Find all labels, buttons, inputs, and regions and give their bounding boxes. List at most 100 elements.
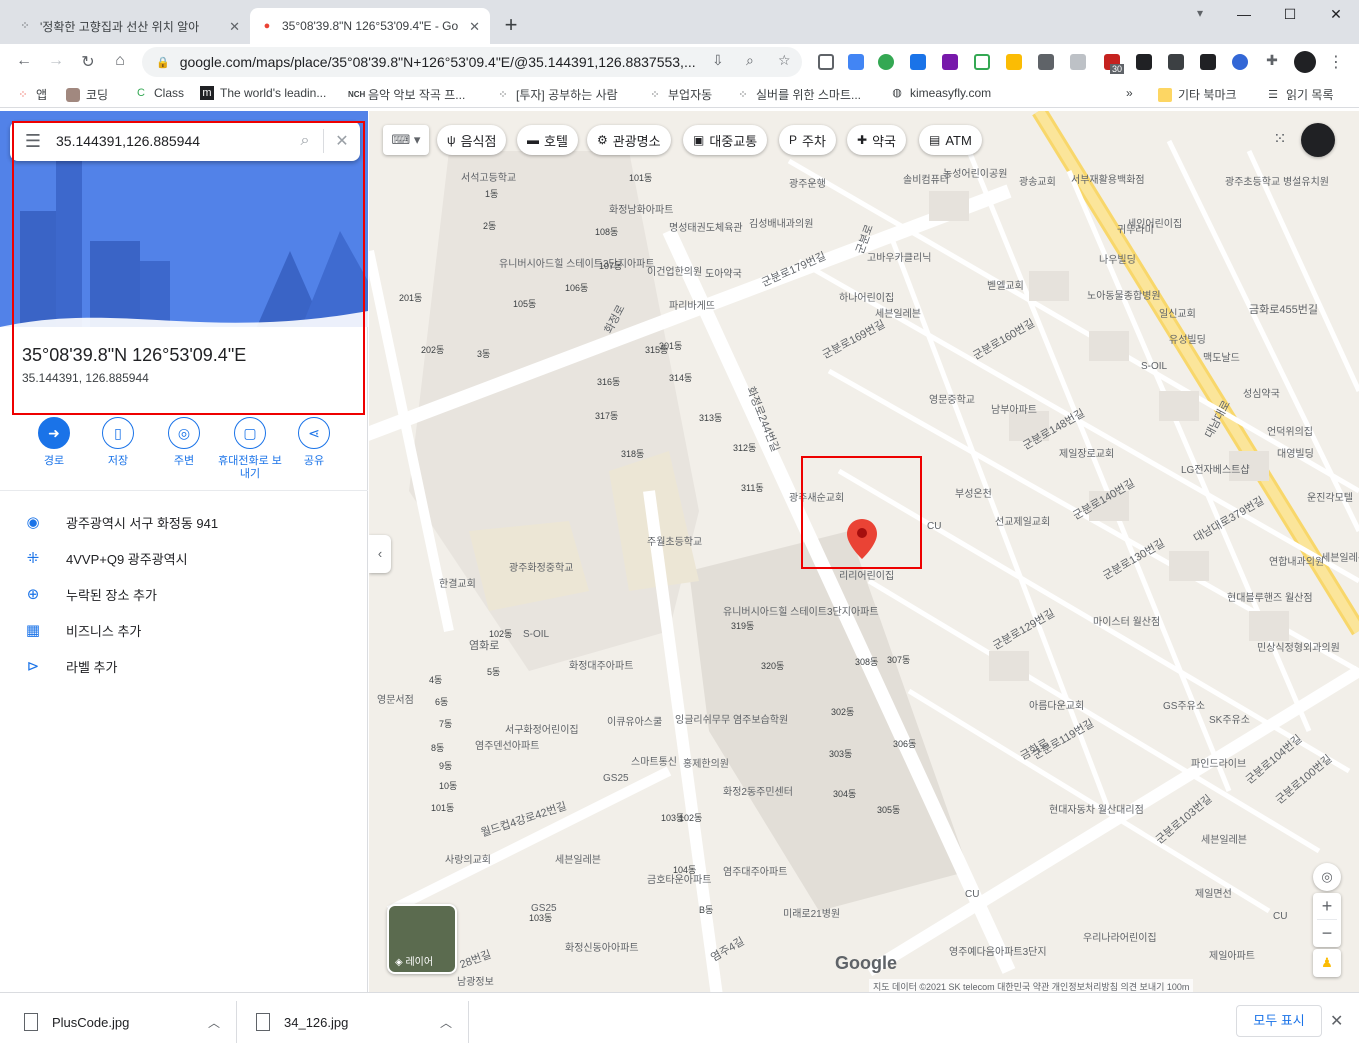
map-place-label[interactable]: 제일아파트 <box>1209 947 1255 962</box>
map-place-label[interactable]: 성심약국 <box>1243 385 1280 400</box>
map-place-label[interactable]: 세븐일레븐 <box>1321 549 1359 564</box>
map-place-label[interactable]: 농성어린이공원 <box>943 165 1007 180</box>
extension-icon[interactable] <box>1038 54 1054 70</box>
show-all-downloads-button[interactable]: 모두 표시 <box>1236 1005 1322 1037</box>
map-place-label[interactable]: 부성온천 <box>955 485 992 500</box>
map-place-label[interactable]: 서석고등학교 <box>461 169 516 184</box>
location-pin-marker[interactable] <box>847 519 877 559</box>
map-place-label[interactable]: 파인드라이브 <box>1191 755 1246 770</box>
plus-code-row[interactable]: ⁜ 4VVP+Q9 광주광역시 <box>0 540 368 576</box>
forward-icon[interactable]: → <box>46 52 66 70</box>
search-box[interactable]: ☰ 35.144391,126.885944 ⌕ ✕ <box>10 121 360 161</box>
chevron-up-icon[interactable]: ︿ <box>440 1014 452 1031</box>
extension-icon[interactable] <box>1168 54 1184 70</box>
map-place-label[interactable]: 리리어린이집 <box>839 567 894 582</box>
map-place-label[interactable]: 민상식정형외과의원 <box>1257 639 1340 654</box>
reload-icon[interactable]: ↻ <box>78 52 98 72</box>
map-place-label[interactable]: 세븐일레븐 <box>1201 831 1247 846</box>
bookmarks-more-button[interactable]: » <box>1126 86 1133 100</box>
map-place-label[interactable]: 염주대주아파트 <box>723 863 787 878</box>
extension-icon[interactable] <box>1232 54 1248 70</box>
bookmark-class[interactable]: C Class <box>134 86 184 100</box>
map-place-label[interactable]: 이큐유아스쿨 <box>607 713 662 728</box>
extension-icon[interactable] <box>974 54 990 70</box>
map-place-label[interactable]: LG전자베스트샵 <box>1181 461 1250 476</box>
nearby-button[interactable]: ◎ 주변 <box>154 417 214 468</box>
map-place-label[interactable]: 세븐일레븐 <box>875 305 921 320</box>
map-place-label[interactable]: S-OIL <box>1141 361 1167 372</box>
map-place-label[interactable]: 맥도날드 <box>1203 349 1240 364</box>
map-place-label[interactable]: CU <box>965 889 979 900</box>
map-place-label[interactable]: 화정남화아파트 <box>609 201 673 216</box>
bookmark-coding[interactable]: 코딩 <box>66 86 108 103</box>
map-place-label[interactable]: 화정신동아아파트 <box>565 939 639 954</box>
address-bar[interactable]: 🔒 google.com/maps/place/35°08'39.8"N+126… <box>142 47 802 77</box>
map-place-label[interactable]: 하나어린이집 <box>839 289 894 304</box>
map-place-label[interactable]: 화정대주아파트 <box>569 657 633 672</box>
url-text[interactable]: google.com/maps/place/35°08'39.8"N+126°5… <box>180 54 696 70</box>
translate-icon[interactable] <box>848 54 864 70</box>
share-button[interactable]: ⋖ 공유 <box>284 417 344 468</box>
account-avatar[interactable] <box>1301 123 1335 157</box>
back-icon[interactable]: ← <box>14 52 34 70</box>
map-place-label[interactable]: 서구화정어린이집 <box>505 721 579 736</box>
bookmark-side-job[interactable]: ⁘ 부업자동 <box>648 86 712 103</box>
extension-icon[interactable] <box>1136 54 1152 70</box>
onenote-icon[interactable] <box>942 54 958 70</box>
map-place-label[interactable]: GS25 <box>603 773 629 784</box>
pocket-icon[interactable] <box>818 54 834 70</box>
hamburger-menu-icon[interactable]: ☰ <box>10 131 56 152</box>
download-item[interactable]: 34_126.jpg ︿ <box>256 993 466 1051</box>
map-place-label[interactable]: 영주예다음아파트3단지 <box>949 943 1047 958</box>
map-place-label[interactable]: GS주유소 <box>1163 697 1205 712</box>
tab-1[interactable]: ⁘ '정확한 고향집과 선산 위치 알아 ✕ <box>8 8 250 44</box>
map-place-label[interactable]: 잉글리쉬무무 염주보습학원 <box>675 711 788 726</box>
map-place-label[interactable]: 일신교회 <box>1159 305 1196 320</box>
map-place-label[interactable]: 선교제일교회 <box>995 513 1050 528</box>
puzzle-icon[interactable]: ✚ <box>1262 52 1282 69</box>
map-place-label[interactable]: CU <box>927 521 941 532</box>
clear-icon[interactable]: ✕ <box>324 131 360 151</box>
map-place-label[interactable]: 이건업한의원 <box>647 263 702 278</box>
keyboard-icon[interactable]: ⌨ ▾ <box>383 125 429 155</box>
star-icon[interactable]: ☆ <box>778 52 791 69</box>
minimize-button[interactable]: — <box>1224 6 1264 22</box>
add-business-row[interactable]: ▦ 비즈니스 추가 <box>0 612 368 648</box>
chip-attractions[interactable]: ⚙ 관광명소 <box>587 125 671 155</box>
chip-transit[interactable]: ▣ 대중교통 <box>683 125 768 155</box>
chip-pharmacy[interactable]: ✚ 약국 <box>847 125 906 155</box>
reading-list[interactable]: ☰ 읽기 목록 <box>1266 86 1333 103</box>
window-close-button[interactable]: ✕ <box>1316 6 1356 23</box>
extension-icon[interactable] <box>1006 54 1022 70</box>
map-place-label[interactable]: 귀뚜라미 <box>1117 221 1154 236</box>
zoom-out-button[interactable]: − <box>1313 920 1341 946</box>
map-place-label[interactable]: 노아동물종합병원 <box>1087 287 1161 302</box>
map-place-label[interactable]: 유성빌딩 <box>1169 331 1206 346</box>
maximize-button[interactable]: ☐ <box>1270 6 1310 23</box>
bookmark-music[interactable]: NCH 음악 악보 작곡 프... <box>348 86 465 103</box>
google-apps-icon[interactable]: ⁙ <box>1267 127 1293 153</box>
chip-restaurants[interactable]: ψ 음식점 <box>437 125 507 155</box>
map-place-label[interactable]: 유니버시아드힐 스테이트3단지아파트 <box>499 255 655 270</box>
chevron-up-icon[interactable]: ︿ <box>208 1014 220 1031</box>
bookmark-worlds-leading[interactable]: m The world's leadin... <box>200 86 326 100</box>
bookmark-folder-other[interactable]: 기타 북마크 <box>1158 86 1237 103</box>
map-place-label[interactable]: 광주화정중학교 <box>509 559 573 574</box>
search-icon[interactable]: ⌕ <box>287 132 323 150</box>
map-place-label[interactable]: S-OIL <box>523 629 549 640</box>
send-to-phone-button[interactable]: ▢ 휴대전화로 보내기 <box>214 417 286 481</box>
bookmark-kimeasyfly[interactable]: ◍ kimeasyfly.com <box>890 86 991 100</box>
chip-atm[interactable]: ▤ ATM <box>919 125 982 155</box>
chip-parking[interactable]: P 주차 <box>779 125 836 155</box>
my-location-icon[interactable]: ◎ <box>1313 863 1341 891</box>
extension-icon[interactable] <box>1070 54 1086 70</box>
map-place-label[interactable]: 아름다운교회 <box>1029 697 1084 712</box>
new-tab-button[interactable]: + <box>500 12 522 38</box>
tab-search-icon[interactable]: ▾ <box>1180 6 1220 20</box>
map-place-label[interactable]: 광송교회 <box>1019 173 1056 188</box>
map-place-label[interactable]: CU <box>1273 911 1287 922</box>
map-place-label[interactable]: 남부아파트 <box>991 401 1037 416</box>
extension-icon[interactable] <box>1200 54 1216 70</box>
map-place-label[interactable]: 유니버시아드힐 스테이트3단지아파트 <box>723 603 879 618</box>
map-place-label[interactable]: 도아약국 <box>705 265 742 280</box>
